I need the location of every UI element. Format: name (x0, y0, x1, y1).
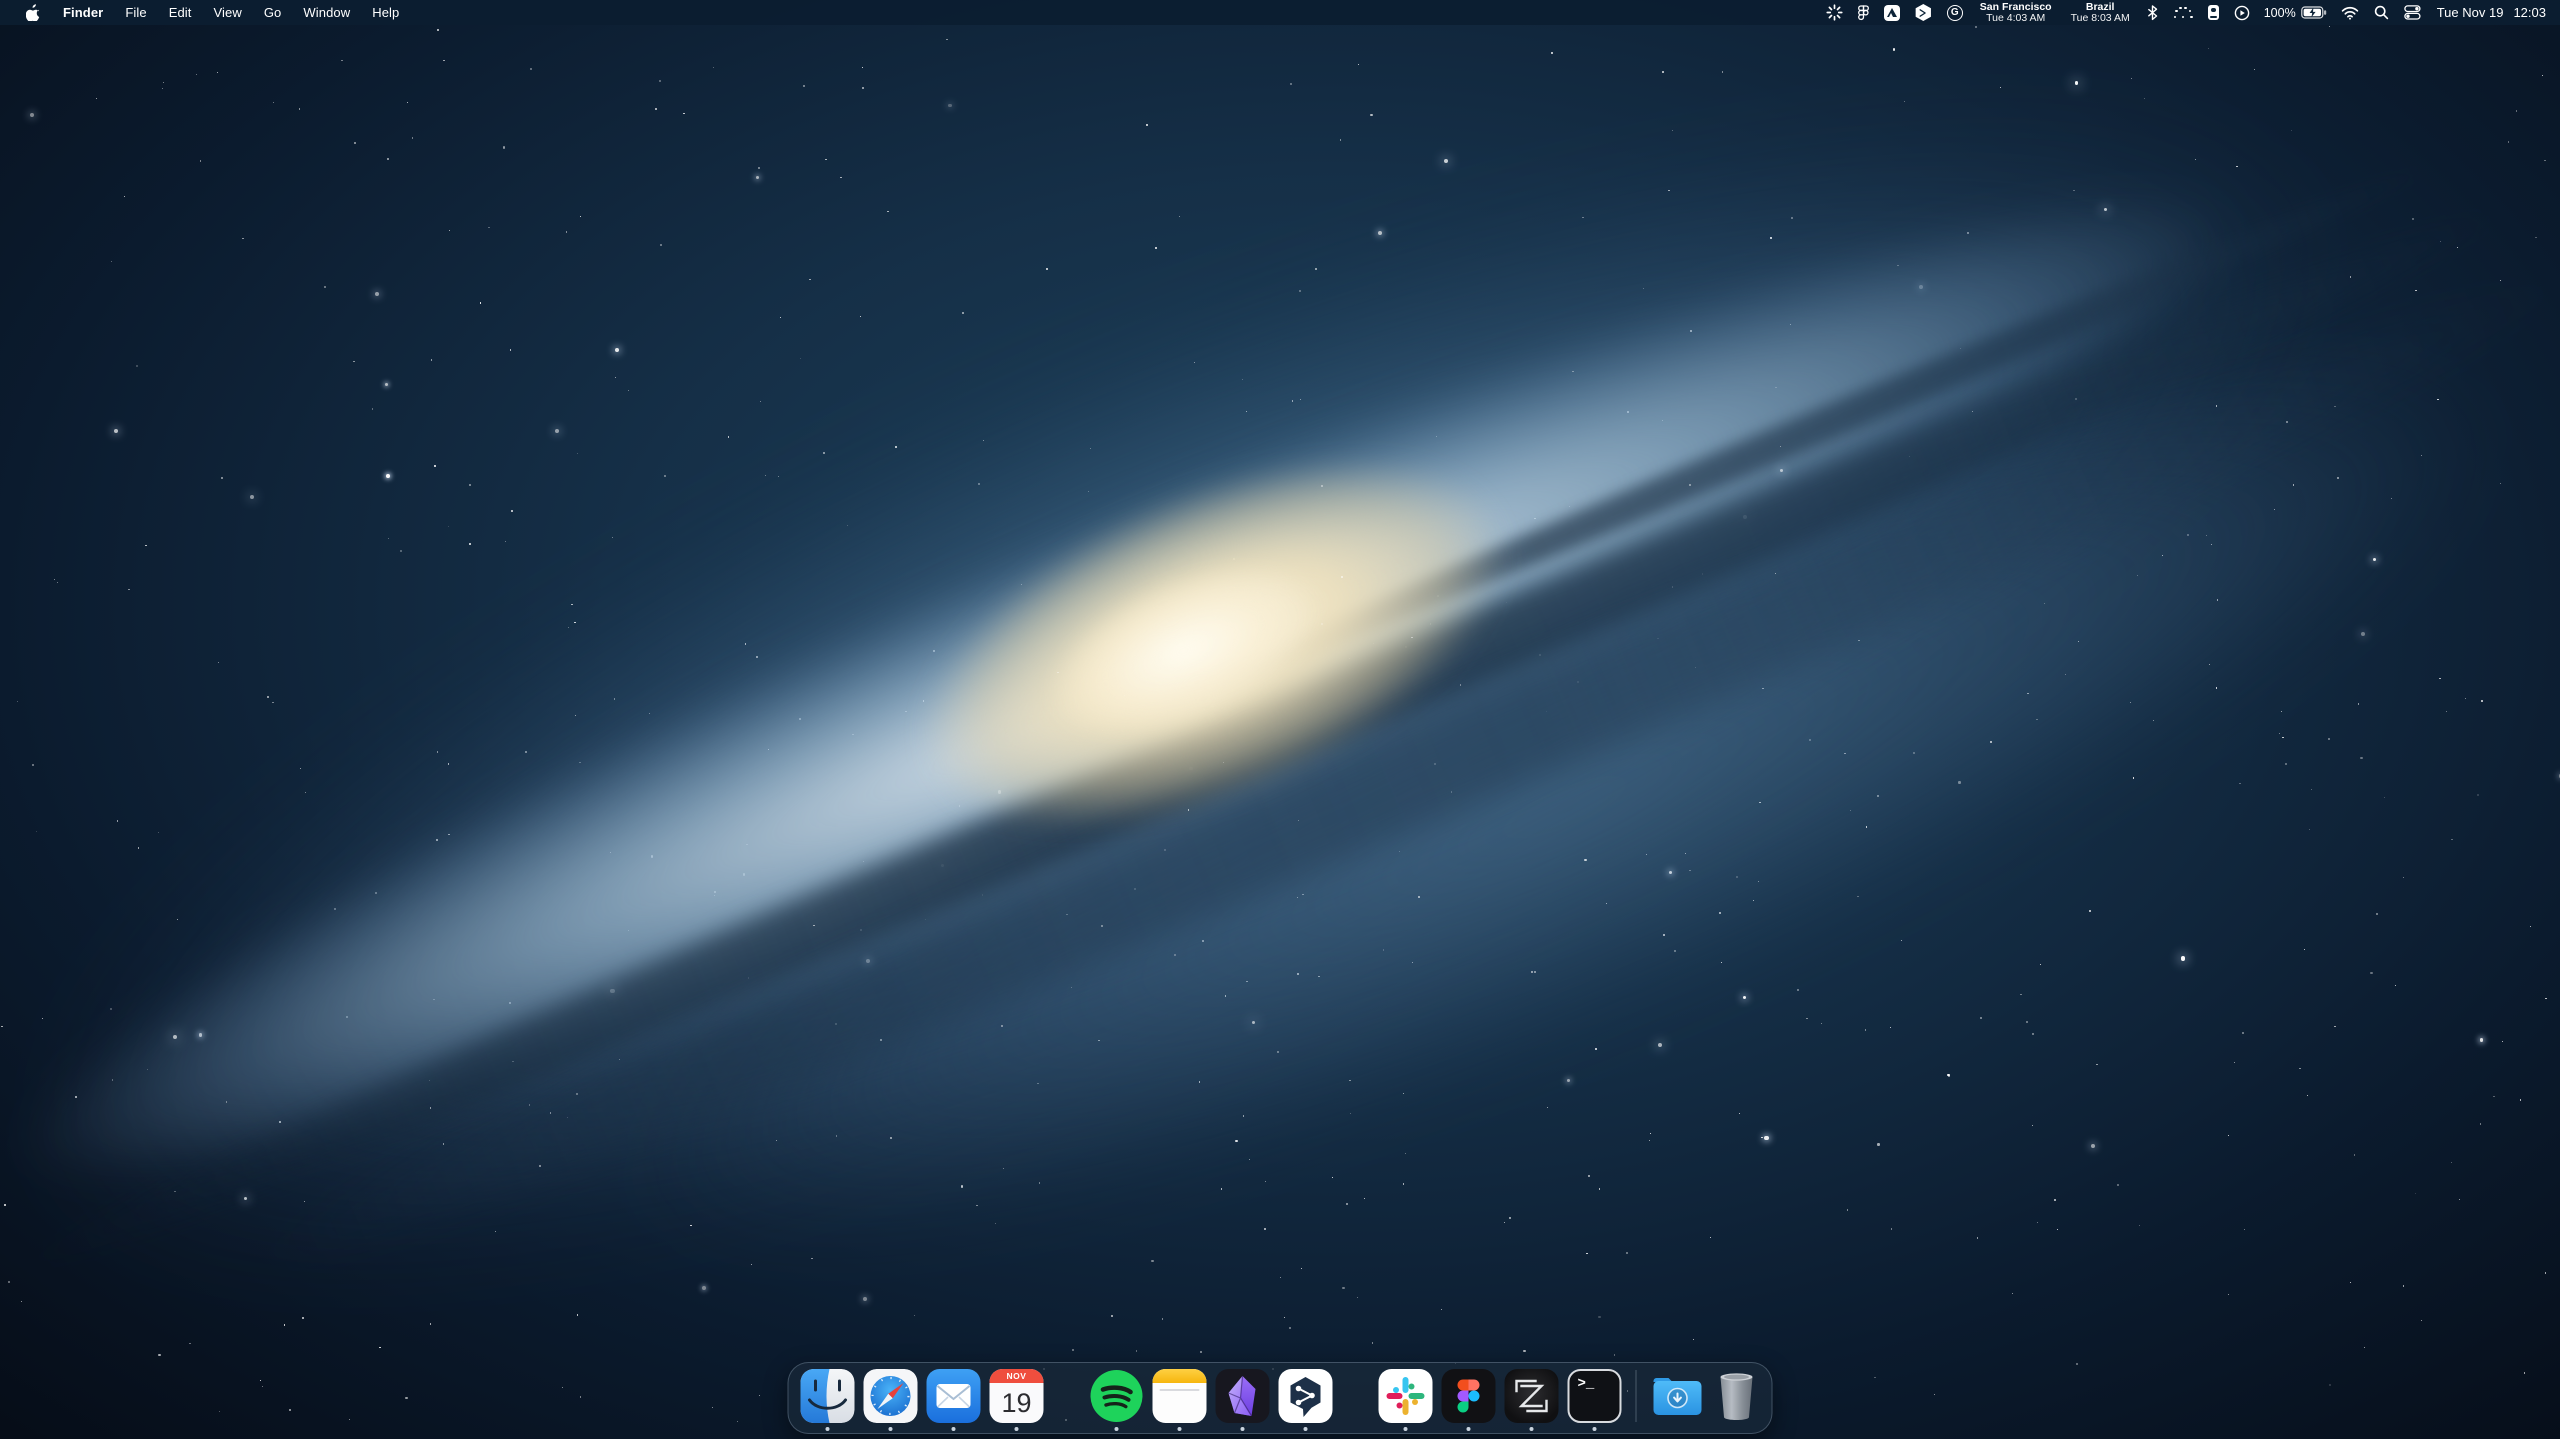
figma-status-icon[interactable] (1855, 0, 1872, 25)
dock-notes[interactable] (1153, 1369, 1207, 1423)
dock-divider (1636, 1370, 1637, 1422)
vignette (0, 0, 2560, 1439)
running-indicator (1467, 1427, 1471, 1431)
spotify-icon (1090, 1369, 1144, 1423)
battery-percent: 100% (2264, 6, 2296, 20)
menu-bar-clock[interactable]: Tue Nov 19 12:03 (2433, 5, 2546, 20)
wifi-icon[interactable] (2338, 0, 2362, 25)
running-indicator (1115, 1427, 1119, 1431)
dock-safari[interactable] (864, 1369, 918, 1423)
running-indicator (1241, 1427, 1245, 1431)
clock-city: San Francisco (1980, 2, 2052, 13)
safari-icon (864, 1369, 918, 1423)
play-circle-icon[interactable] (2231, 0, 2253, 25)
finder-icon (801, 1369, 855, 1423)
terminal-icon: >_ (1568, 1369, 1622, 1423)
calendar-day: 19 (990, 1383, 1044, 1423)
clock-time: Tue 8:03 AM (2071, 13, 2130, 24)
dock-calendar[interactable]: NOV 19 (990, 1369, 1044, 1423)
running-indicator (1404, 1427, 1408, 1431)
dock-spacer (1053, 1369, 1081, 1423)
terminal-prompt: >_ (1578, 1376, 1595, 1392)
desktop: Finder File Edit View Go Window Help (0, 0, 2560, 1439)
dock-finder[interactable] (801, 1369, 855, 1423)
hexagon-share-icon[interactable] (1912, 0, 1935, 25)
hexagon-share-app-icon (1279, 1369, 1333, 1423)
control-center-icon[interactable] (2401, 0, 2424, 25)
world-clock-brazil[interactable]: Brazil Tue 8:03 AM (2066, 2, 2135, 24)
world-clock-san-francisco[interactable]: San Francisco Tue 4:03 AM (1975, 2, 2057, 24)
figma-icon (1442, 1369, 1496, 1423)
running-indicator (1304, 1427, 1308, 1431)
menu-go[interactable]: Go (253, 0, 293, 25)
running-indicator (826, 1427, 830, 1431)
slack-icon (1379, 1369, 1433, 1423)
menu-bar-status: G San Francisco Tue 4:03 AM Brazil Tue 8… (1823, 0, 2560, 25)
menu-bar-date: Tue Nov 19 (2437, 5, 2504, 20)
dock-slack[interactable] (1379, 1369, 1433, 1423)
dock-trash[interactable] (1714, 1369, 1760, 1423)
menu-window[interactable]: Window (292, 0, 361, 25)
menu-help[interactable]: Help (361, 0, 410, 25)
running-indicator (1178, 1427, 1182, 1431)
dotted-frame-icon[interactable] (2171, 0, 2196, 25)
menu-edit[interactable]: Edit (158, 0, 203, 25)
notes-icon (1153, 1369, 1207, 1423)
trash-icon (1714, 1369, 1760, 1423)
clock-time: Tue 4:03 AM (1986, 13, 2045, 24)
running-indicator (889, 1427, 893, 1431)
dock-zed[interactable] (1505, 1369, 1559, 1423)
battery-indicator[interactable]: 100% (2262, 6, 2329, 20)
menu-finder[interactable]: Finder (52, 0, 114, 25)
g-badge: G (1951, 7, 1959, 18)
clock-city: Brazil (2086, 2, 2115, 13)
mountain-app-icon[interactable] (1881, 0, 1903, 25)
g-app-icon[interactable]: G (1944, 0, 1966, 25)
dock-hexagon-share-app[interactable] (1279, 1369, 1333, 1423)
zed-icon (1505, 1369, 1559, 1423)
dock-spotify[interactable] (1090, 1369, 1144, 1423)
menu-file[interactable]: File (114, 0, 157, 25)
running-indicator (1015, 1427, 1019, 1431)
calendar-icon: NOV 19 (990, 1369, 1044, 1423)
dock-downloads-folder[interactable] (1651, 1369, 1705, 1423)
obsidian-icon (1216, 1369, 1270, 1423)
menu-bar-time: 12:03 (2513, 5, 2546, 20)
running-indicator (952, 1427, 956, 1431)
spotlight-icon[interactable] (2371, 0, 2392, 25)
running-indicator (1593, 1427, 1597, 1431)
calendar-month: NOV (990, 1369, 1044, 1383)
dock-spacer (1342, 1369, 1370, 1423)
menu-view[interactable]: View (203, 0, 253, 25)
sunburst-icon[interactable] (1823, 0, 1846, 25)
downloads-folder-icon (1651, 1369, 1705, 1423)
running-indicator (1530, 1427, 1534, 1431)
dock-figma[interactable] (1442, 1369, 1496, 1423)
apple-menu[interactable] (14, 0, 52, 25)
dock-obsidian[interactable] (1216, 1369, 1270, 1423)
bluetooth-icon[interactable] (2144, 0, 2162, 25)
dock: NOV 19 (788, 1362, 1773, 1434)
mail-icon (927, 1369, 981, 1423)
dock-terminal[interactable]: >_ (1568, 1369, 1622, 1423)
menu-bar: Finder File Edit View Go Window Help (0, 0, 2560, 25)
menu-bar-left: Finder File Edit View Go Window Help (0, 0, 410, 25)
lantern-icon[interactable] (2205, 0, 2222, 25)
dock-mail[interactable] (927, 1369, 981, 1423)
